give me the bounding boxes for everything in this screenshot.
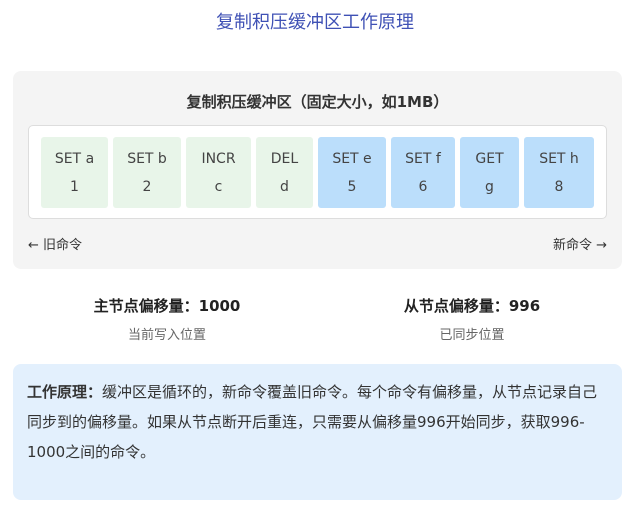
cell-arg: 1: [70, 179, 79, 195]
slave-offset-caption: 已同步位置: [439, 328, 505, 343]
buffer-cell: SET f 6: [391, 137, 455, 208]
cell-command: DEL: [270, 151, 299, 167]
cell-command: SET f: [405, 151, 441, 167]
buffer-cell: SET a 1: [41, 137, 108, 208]
buffer-panel: 复制积压缓冲区（固定大小，如1MB） SET a 1 SET b 2 INCR c D…: [13, 71, 622, 269]
buffer-title: 复制积压缓冲区（固定大小，如1MB）: [186, 93, 449, 111]
master-offset: 主节点偏移量：1000 当前写入位置: [17, 295, 317, 343]
old-commands-label: ← 旧命令: [28, 238, 83, 253]
cell-arg: c: [214, 179, 223, 195]
cell-command: SET h: [539, 151, 579, 167]
new-commands-label: 新命令 →: [552, 238, 607, 253]
cell-arg: d: [280, 179, 289, 195]
slave-offset-value: 从节点偏移量：996: [403, 297, 541, 315]
page-title: 复制积压缓冲区工作原理: [216, 12, 414, 33]
buffer-cell: SET b 2: [113, 137, 181, 208]
buffer-cell: SET h 8: [524, 137, 594, 208]
info-label: 工作原理：: [27, 383, 103, 401]
info-text: 缓冲区是循环的，新命令覆盖旧命令。每个命令有偏移量，从节点记录自己同步到的偏移量…: [27, 383, 598, 461]
buffer-cell: GET g: [460, 137, 519, 208]
master-offset-caption: 当前写入位置: [127, 328, 206, 343]
cell-command: SET b: [127, 151, 167, 167]
buffer-cell: DEL d: [256, 137, 313, 208]
cell-command: GET: [475, 151, 504, 167]
cell-arg: 6: [418, 179, 428, 195]
buffer-cell: INCR c: [186, 137, 251, 208]
cell-arg: 5: [347, 179, 357, 195]
cell-command: INCR: [201, 151, 236, 167]
cell-command: SET a: [54, 151, 95, 167]
buffer-cell: SET e 5: [318, 137, 386, 208]
cell-arg: 8: [554, 179, 564, 195]
cell-command: SET e: [332, 151, 372, 167]
cell-arg: 2: [142, 179, 152, 195]
buffer-cells: SET a 1 SET b 2 INCR c DEL d SET e 5 SET f 6 G…: [28, 125, 607, 219]
slave-offset: 从节点偏移量：996 已同步位置: [322, 295, 622, 343]
info-box: 工作原理：缓冲区是循环的，新命令覆盖旧命令。每个命令有偏移量，从节点记录自己同步…: [13, 364, 622, 500]
cell-arg: g: [485, 179, 494, 195]
master-offset-value: 主节点偏移量：1000: [93, 297, 241, 315]
